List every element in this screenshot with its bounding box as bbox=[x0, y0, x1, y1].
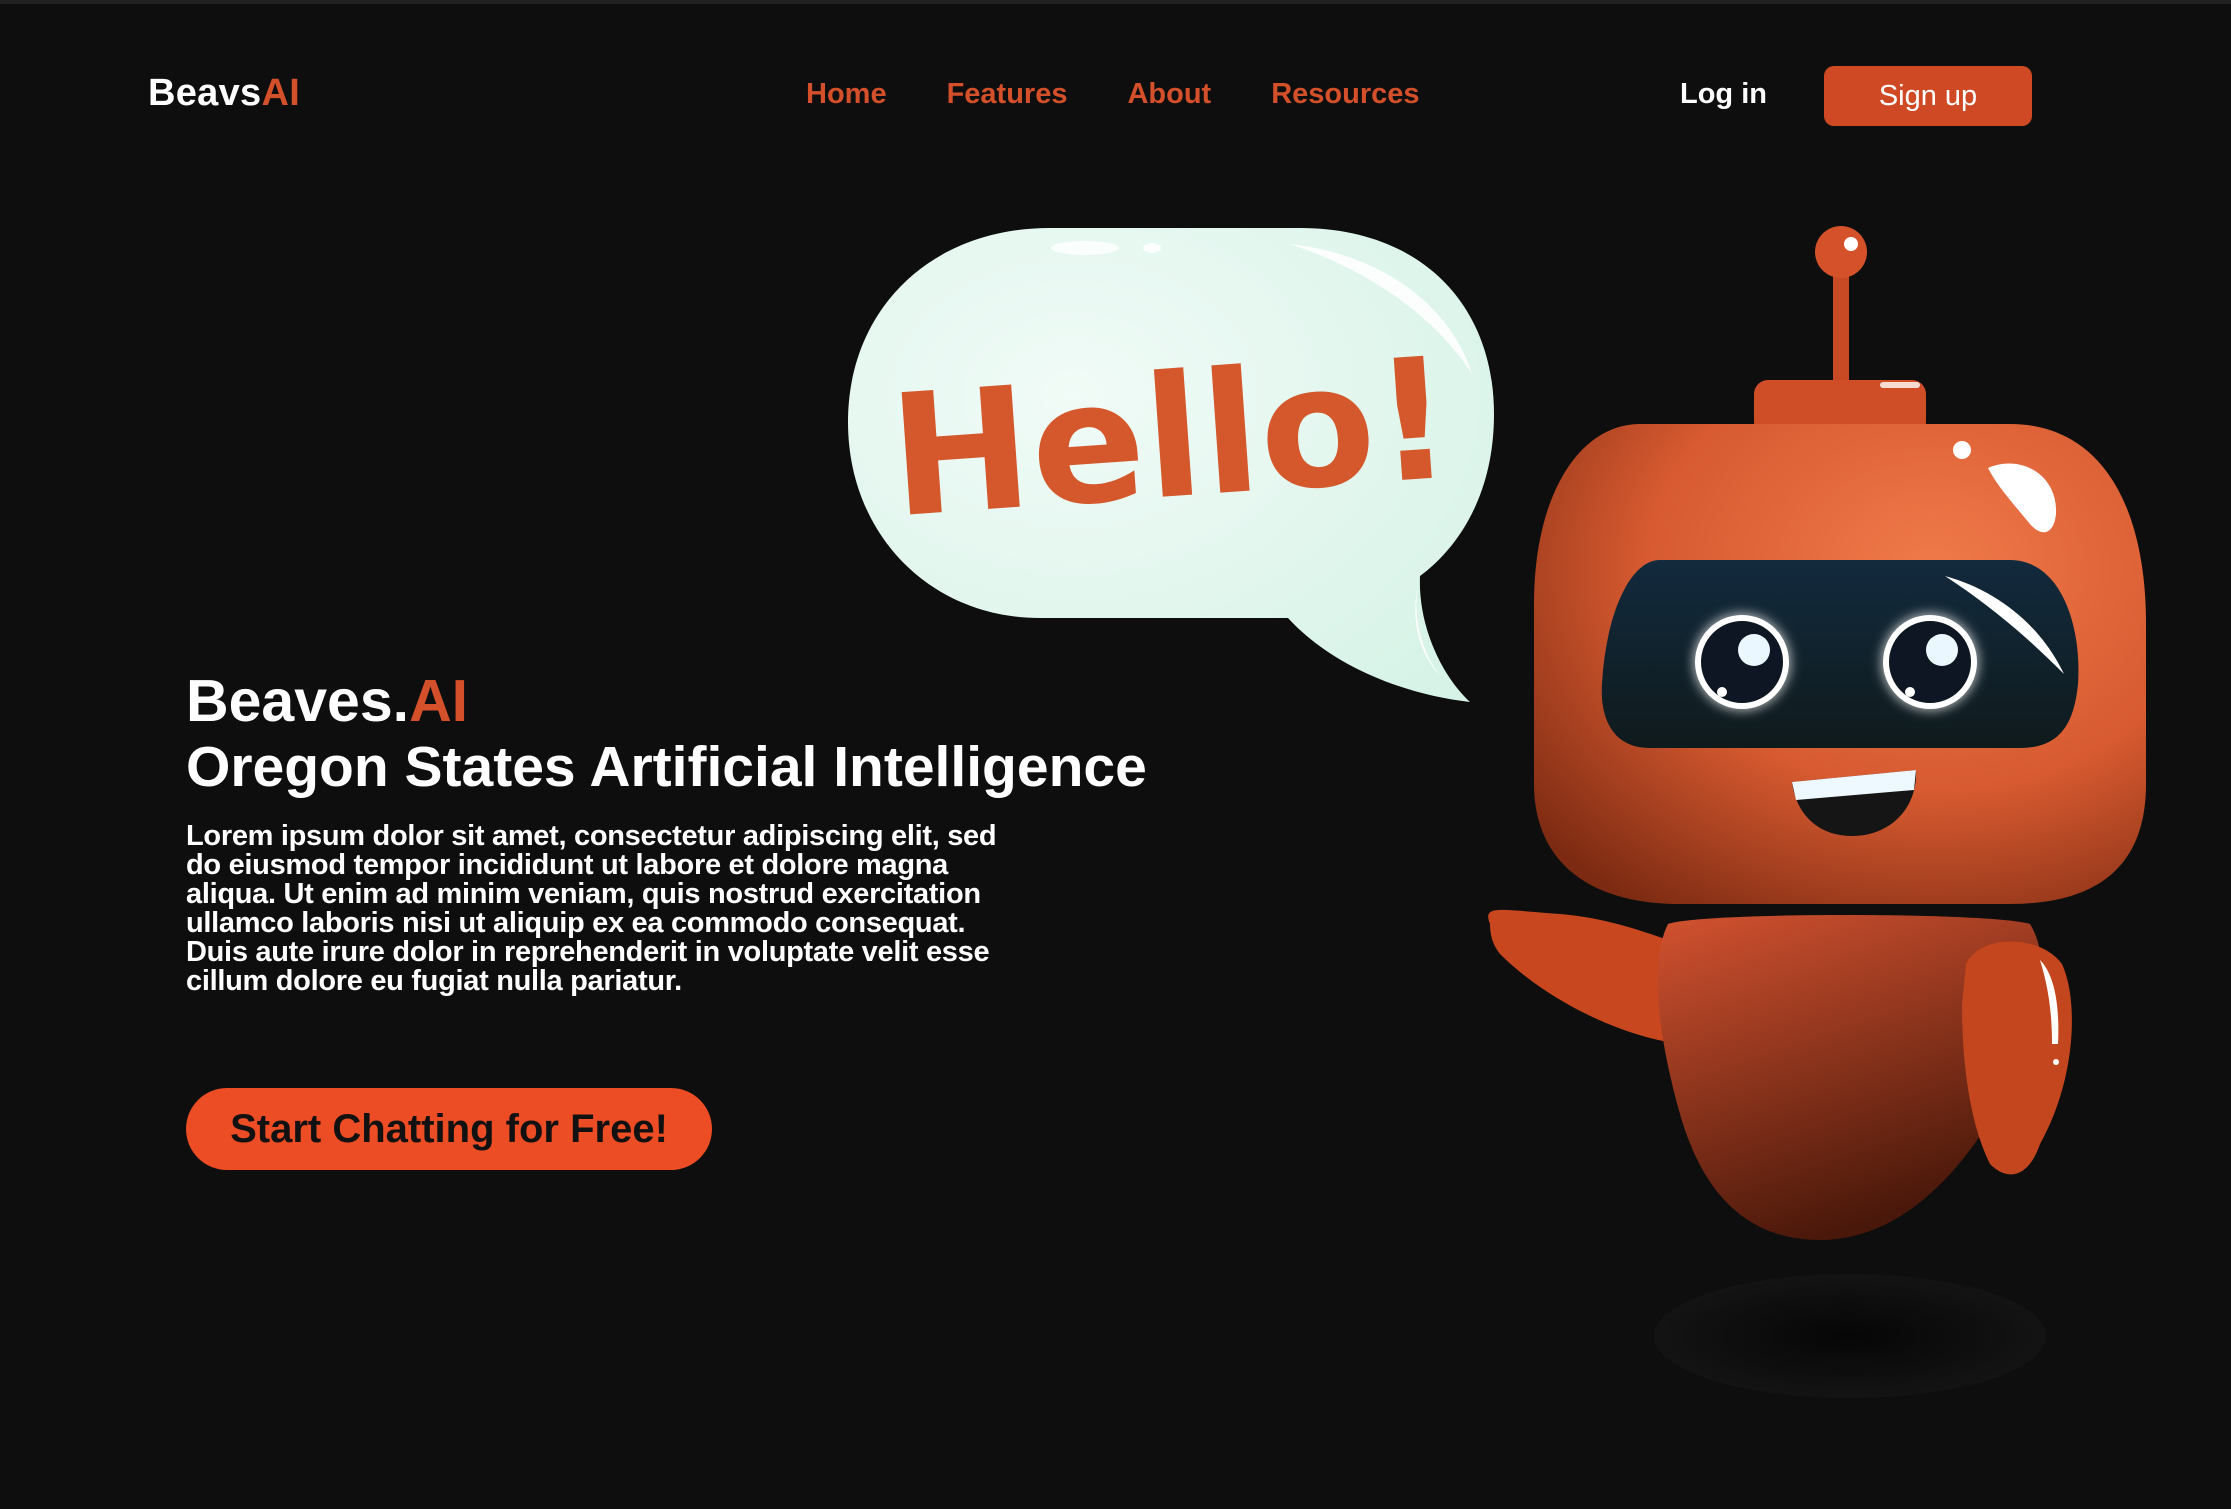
login-link[interactable]: Log in bbox=[1680, 78, 1767, 111]
signup-button[interactable]: Sign up bbox=[1824, 66, 2032, 126]
speech-bubble: Hello! bbox=[848, 228, 1494, 702]
hero-brand-main: Beaves. bbox=[186, 668, 410, 734]
nav-home[interactable]: Home bbox=[806, 78, 887, 111]
logo-accent: AI bbox=[261, 72, 301, 114]
start-chatting-button[interactable]: Start Chatting for Free! bbox=[186, 1088, 712, 1170]
bubble-text: Hello! bbox=[884, 321, 1458, 556]
hero-brand-accent: AI bbox=[409, 668, 469, 734]
robot-mascot-icon: Hello! bbox=[848, 226, 2146, 1398]
nav-features[interactable]: Features bbox=[947, 78, 1068, 111]
hero-brand: Beaves.AI bbox=[186, 668, 468, 734]
landing-page: BeavsAI Home Features About Resources Lo… bbox=[0, 0, 2231, 1509]
nav-resources[interactable]: Resources bbox=[1271, 78, 1419, 111]
nav-about[interactable]: About bbox=[1127, 78, 1211, 111]
logo-main: Beavs bbox=[148, 72, 262, 114]
main-nav: Home Features About Resources bbox=[806, 78, 1420, 111]
brand-logo[interactable]: BeavsAI bbox=[148, 72, 300, 115]
